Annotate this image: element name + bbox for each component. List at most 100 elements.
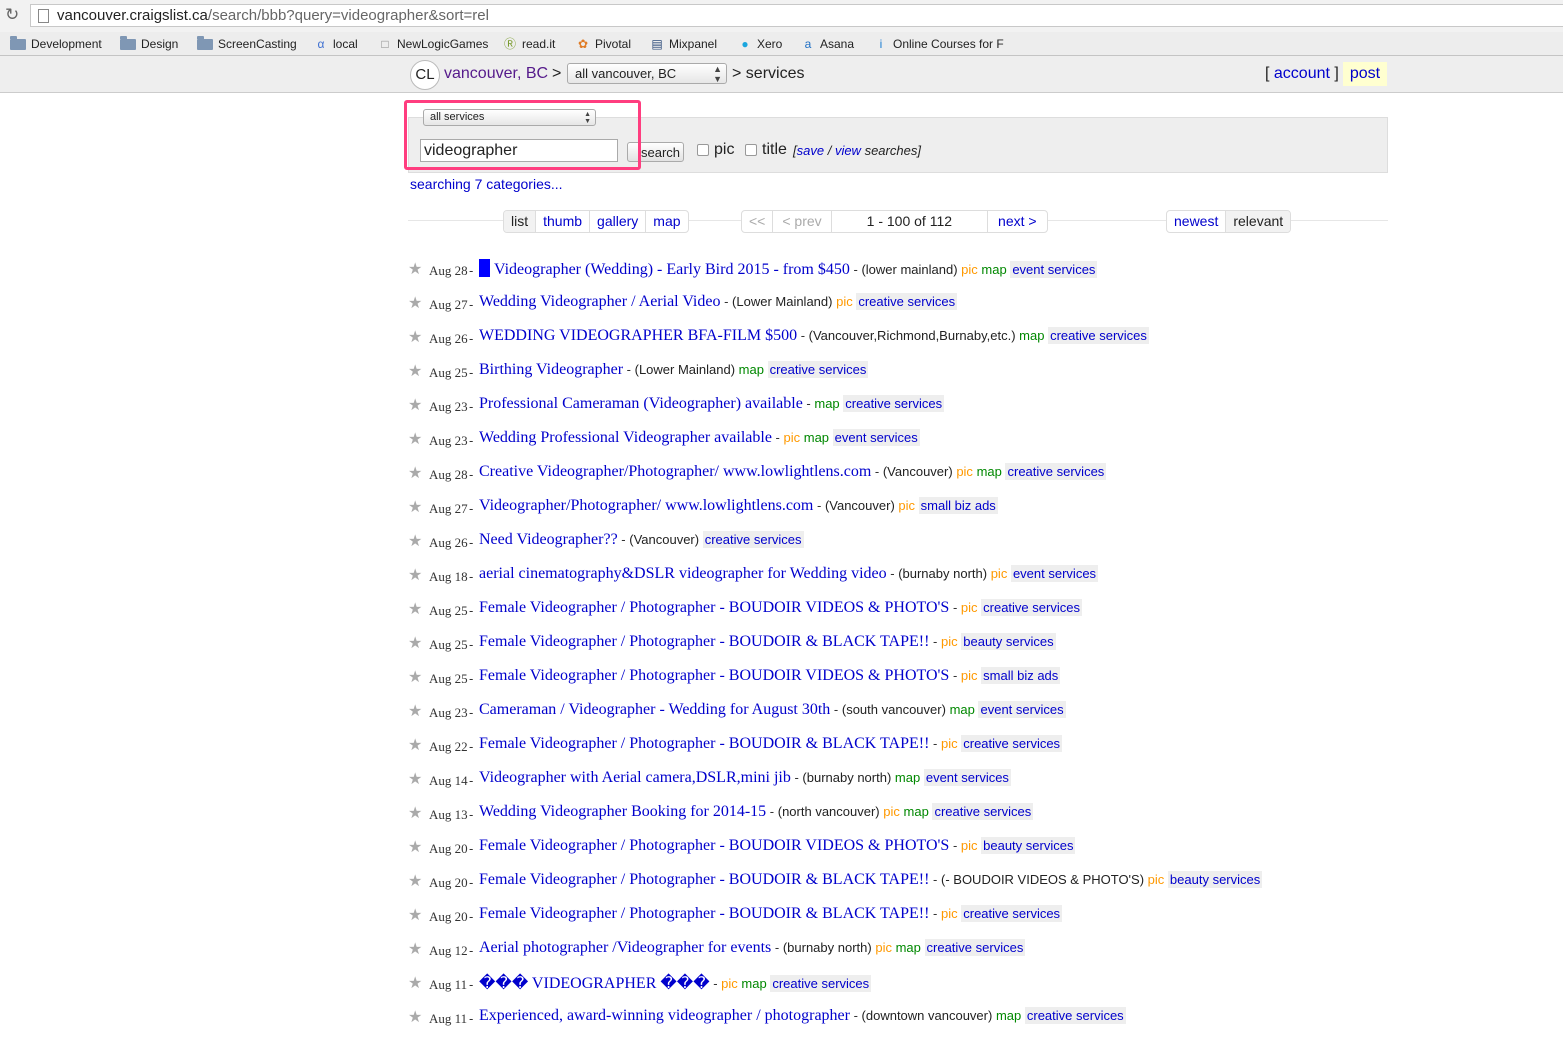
save-search-link[interactable]: save [797,143,824,158]
result-title-link[interactable]: ��� VIDEOGRAPHER ��� [479,975,710,992]
bookmark-screencasting[interactable]: ScreenCasting [197,35,297,52]
bookmark-pivotal[interactable]: ✿ Pivotal [576,36,631,52]
result-category-link[interactable]: creative services [843,395,945,412]
bookmark-xero[interactable]: ● Xero [738,36,782,52]
result-title-link[interactable]: Creative Videographer/Photographer/ www.… [479,463,871,480]
reload-icon[interactable]: ↻ [5,5,19,25]
favorite-star-icon[interactable]: ★ [408,531,422,551]
favorite-star-icon[interactable]: ★ [408,667,422,687]
favorite-star-icon[interactable]: ★ [408,259,422,279]
result-title-link[interactable]: Wedding Videographer / Aerial Video [479,293,720,310]
result-title-link[interactable]: Female Videographer / Photographer - BOU… [479,599,949,616]
view-list-button[interactable]: list [504,211,536,232]
view-searches-link[interactable]: view [835,143,861,158]
result-map-link[interactable]: map [895,770,920,785]
result-category-link[interactable]: creative services [1024,1007,1126,1024]
result-map-link[interactable]: map [950,702,975,717]
result-title-link[interactable]: Professional Cameraman (Videographer) av… [479,395,803,412]
bookmark-asana[interactable]: a Asana [801,36,854,52]
result-category-link[interactable]: creative services [932,803,1034,820]
result-category-link[interactable]: creative services [961,905,1063,922]
bookmark-design[interactable]: Design [120,35,178,52]
result-category-link[interactable]: creative services [924,939,1026,956]
result-category-link[interactable]: beauty services [981,837,1076,854]
result-title-link[interactable]: Videographer with Aerial camera,DSLR,min… [479,769,791,786]
result-category-link[interactable]: small biz ads [981,667,1061,684]
result-title-link[interactable]: Birthing Videographer [479,361,623,378]
area-select[interactable]: all vancouver, BC ▲ ▼ [567,63,727,84]
bookmark-online-courses[interactable]: i Online Courses for F [874,36,1004,52]
result-title-link[interactable]: Female Videographer / Photographer - BOU… [479,735,929,752]
bookmark-local[interactable]: α local [314,36,358,52]
favorite-star-icon[interactable]: ★ [408,803,422,823]
result-title-link[interactable]: Female Videographer / Photographer - BOU… [479,871,929,888]
result-category-link[interactable]: event services [1010,565,1099,582]
result-title-link[interactable]: WEDDING VIDEOGRAPHER BFA-FILM $500 [479,327,797,344]
result-category-link[interactable]: small biz ads [918,497,998,514]
result-title-link[interactable]: aerial cinematography&DSLR videographer … [479,565,887,582]
favorite-star-icon[interactable]: ★ [408,599,422,619]
favorite-star-icon[interactable]: ★ [408,701,422,721]
breadcrumb-section[interactable]: > services [732,65,804,83]
result-title-link[interactable]: Female Videographer / Photographer - BOU… [479,667,949,684]
result-category-link[interactable]: creative services [702,531,804,548]
account-link[interactable]: account [1274,65,1330,82]
result-map-link[interactable]: map [981,262,1006,277]
result-title-link[interactable]: Videographer/Photographer/ www.lowlightl… [479,497,813,514]
prev-page-button[interactable]: < prev [772,211,830,232]
result-map-link[interactable]: map [814,396,839,411]
result-category-link[interactable]: event services [1010,261,1098,278]
result-title-link[interactable]: Wedding Professional Videographer availa… [479,429,772,446]
result-category-link[interactable]: event services [923,769,1011,786]
result-category-link[interactable]: beauty services [1167,871,1263,888]
view-map-button[interactable]: map [645,211,687,232]
favorite-star-icon[interactable]: ★ [408,905,422,925]
post-link[interactable]: post [1343,62,1387,86]
favorite-star-icon[interactable]: ★ [408,361,422,381]
bookmark-newlogicgames[interactable]: □ NewLogicGames [378,36,488,52]
craigslist-logo[interactable]: CL [410,60,440,90]
favorite-star-icon[interactable]: ★ [408,735,422,755]
result-title-link[interactable]: Female Videographer / Photographer - BOU… [479,633,929,650]
thumbnail-marker[interactable] [479,259,490,277]
result-title-link[interactable]: Female Videographer / Photographer - BOU… [479,905,929,922]
favorite-star-icon[interactable]: ★ [408,429,422,449]
result-title-link[interactable]: Videographer (Wedding) - Early Bird 2015… [494,261,850,278]
result-title-link[interactable]: Experienced, award-winning videographer … [479,1007,850,1024]
favorite-star-icon[interactable]: ★ [408,769,422,789]
view-thumb-button[interactable]: thumb [535,211,589,232]
next-page-button[interactable]: next > [987,211,1047,232]
favorite-star-icon[interactable]: ★ [408,837,422,857]
favorite-star-icon[interactable]: ★ [408,633,422,653]
result-map-link[interactable]: map [739,362,764,377]
favorite-star-icon[interactable]: ★ [408,939,422,959]
result-title-link[interactable]: Need Videographer?? [479,531,618,548]
result-title-link[interactable]: Wedding Videographer Booking for 2014-15 [479,803,766,820]
favorite-star-icon[interactable]: ★ [408,463,422,483]
favorite-star-icon[interactable]: ★ [408,327,422,347]
favorite-star-icon[interactable]: ★ [408,293,422,313]
pic-checkbox[interactable] [697,144,709,156]
view-gallery-button[interactable]: gallery [589,211,645,232]
result-category-link[interactable]: creative services [981,599,1082,616]
bookmark-development[interactable]: Development [10,35,102,52]
result-category-link[interactable]: creative services [1048,327,1149,344]
result-category-link[interactable]: creative services [767,361,869,378]
searching-categories-link[interactable]: searching 7 categories... [410,176,563,192]
favorite-star-icon[interactable]: ★ [408,973,422,993]
favorite-star-icon[interactable]: ★ [408,395,422,415]
result-map-link[interactable]: map [904,804,929,819]
url-field[interactable]: vancouver.craigslist.ca/search/bbb?query… [30,4,1563,27]
result-title-link[interactable]: Female Videographer / Photographer - BOU… [479,837,949,854]
result-title-link[interactable]: Aerial photographer /Videographer for ev… [479,939,771,956]
result-category-link[interactable]: beauty services [961,633,1056,650]
result-category-link[interactable]: creative services [961,735,1063,752]
favorite-star-icon[interactable]: ★ [408,565,422,585]
result-category-link[interactable]: creative services [1005,463,1107,480]
result-map-link[interactable]: map [977,464,1002,479]
breadcrumb-city[interactable]: vancouver, BC [444,65,548,83]
result-title-link[interactable]: Cameraman / Videographer - Wedding for A… [479,701,830,718]
first-page-button[interactable]: << [742,211,772,232]
sort-newest-button[interactable]: newest [1167,211,1225,232]
result-map-link[interactable]: map [804,430,829,445]
